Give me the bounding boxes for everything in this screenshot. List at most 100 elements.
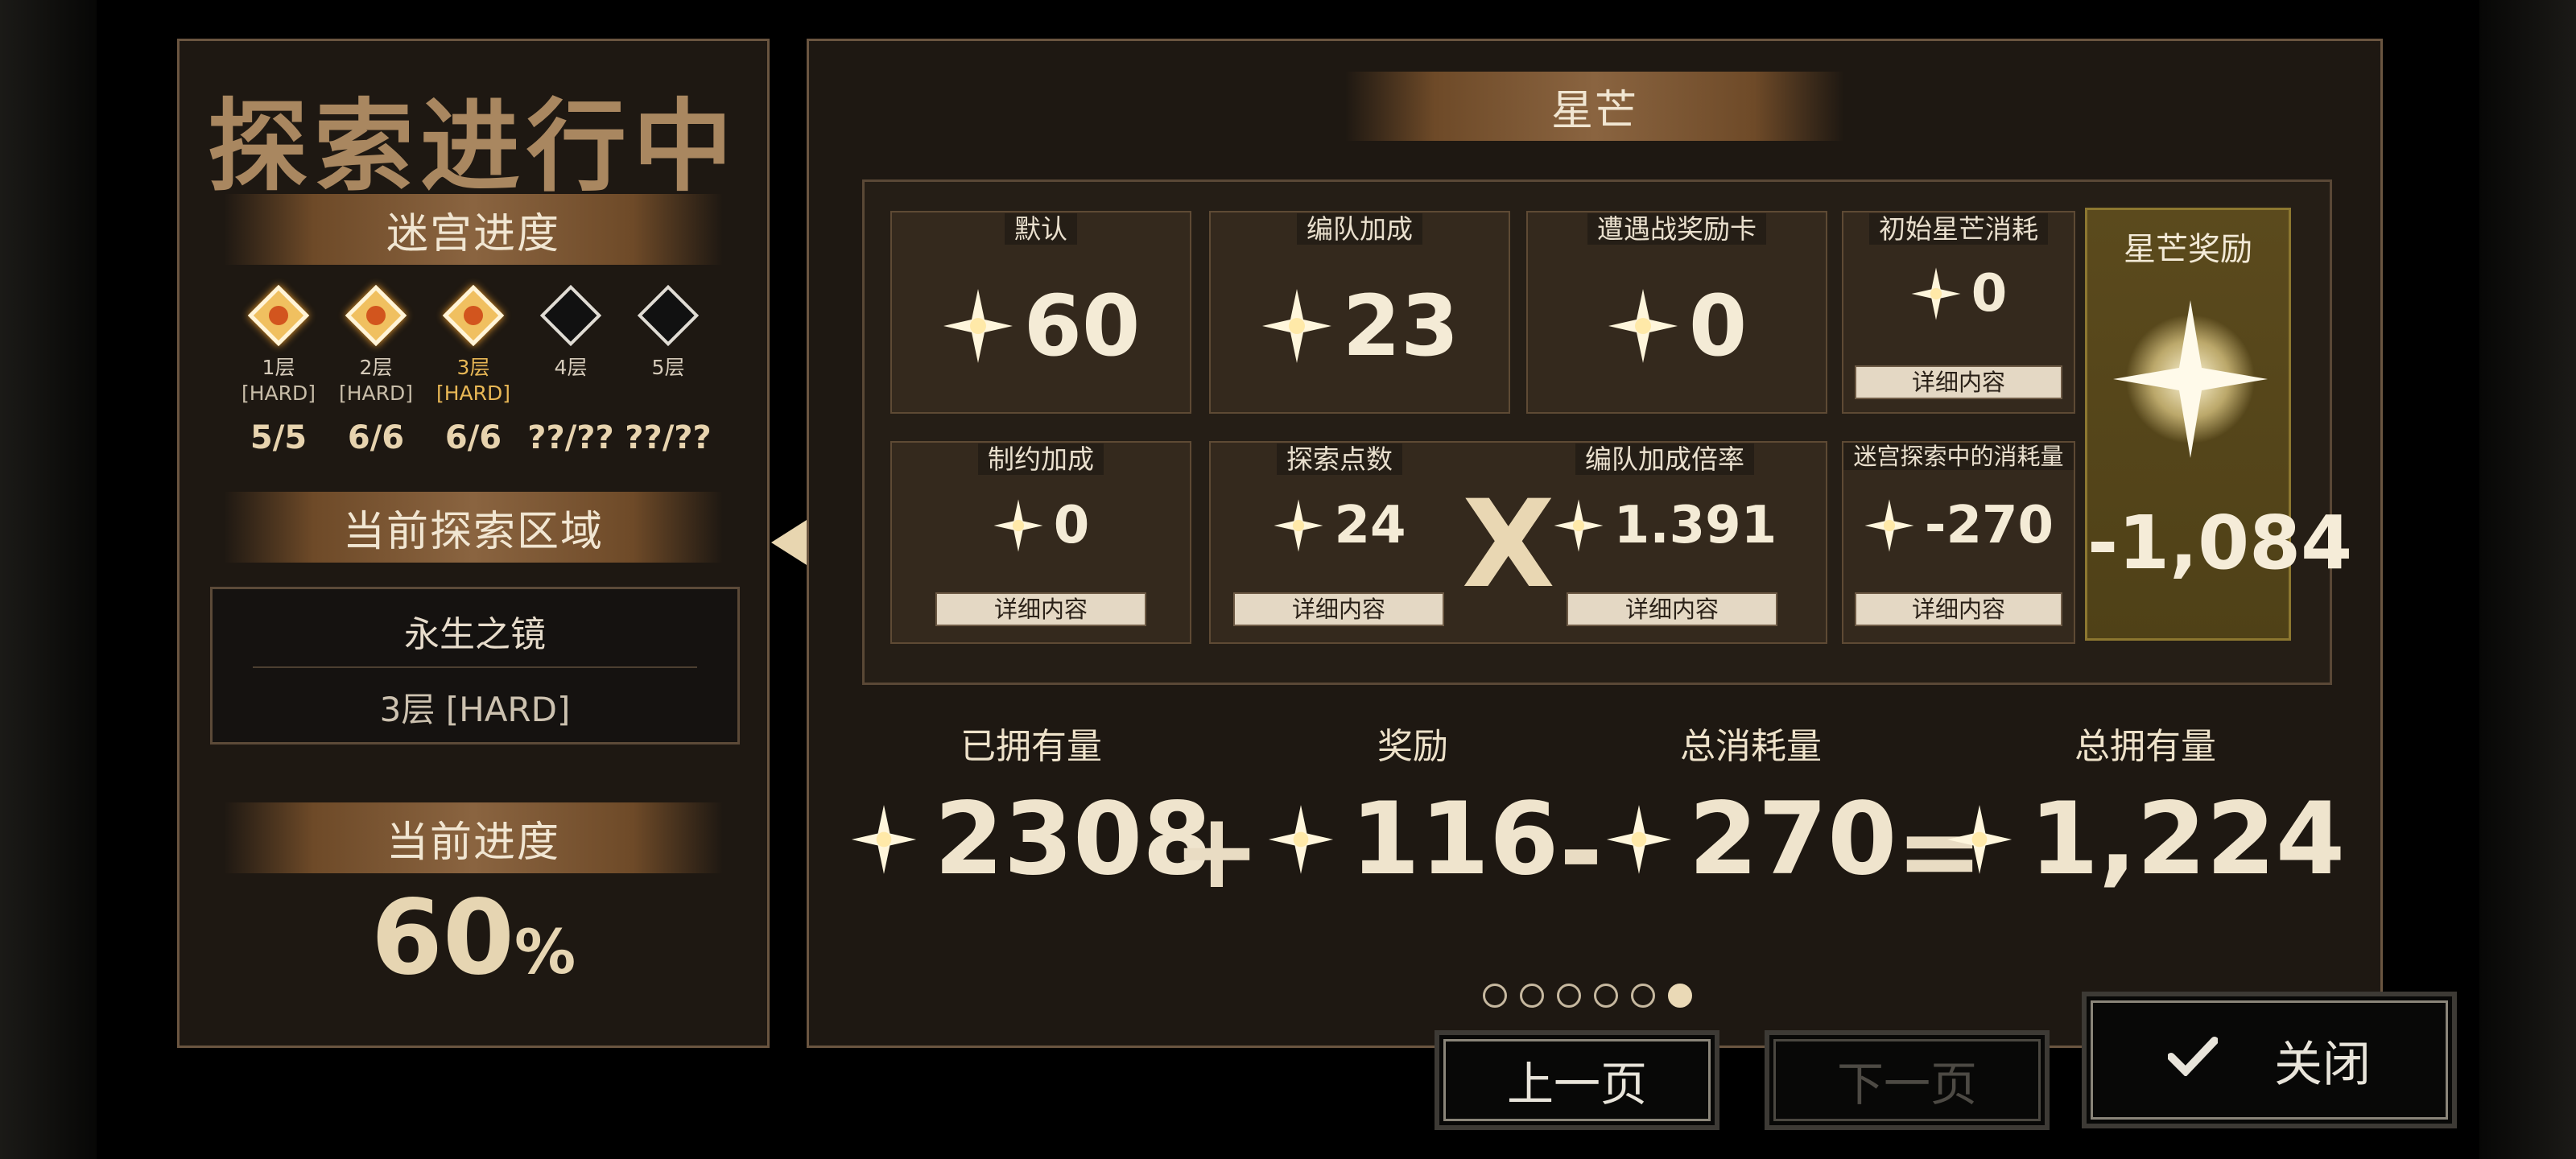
star-calculation-panel: 星芒 默认 60 编队加成 23 遭遇战奖励卡 0 初始星芒消耗 0 详细内容 …: [807, 39, 2383, 1048]
cell-label: 制约加成: [978, 443, 1104, 475]
total-cost: 总消耗量 270: [1606, 717, 1897, 897]
plus-symbol: +: [1173, 790, 1261, 912]
floor-current-icon: [442, 284, 505, 347]
detail-button[interactable]: 详细内容: [1567, 592, 1777, 626]
frame-right: [2479, 0, 2576, 1159]
cell-value: 0: [1688, 277, 1748, 375]
cell-value: 1.391: [1613, 496, 1777, 555]
page-dot-active[interactable]: [1668, 984, 1692, 1008]
floor-count: 6/6: [347, 419, 405, 456]
floor-cleared-icon: [247, 284, 310, 347]
total-reward: 奖励 116: [1268, 717, 1558, 897]
reward-value: -1,084: [2087, 500, 2353, 586]
total-label: 总消耗量: [1680, 726, 1822, 767]
star-icon: [1261, 287, 1333, 365]
total-label: 总拥有量: [2074, 726, 2216, 767]
floor-label: 3层: [456, 356, 490, 379]
total-value: 116: [1350, 782, 1559, 897]
star-icon: [1553, 498, 1604, 553]
total-label: 奖励: [1377, 726, 1448, 767]
star-icon: [1273, 498, 1324, 553]
page-dot[interactable]: [1557, 984, 1581, 1008]
area-name: 永生之镜: [404, 614, 546, 655]
floor-5[interactable]: 5层 ??/??: [624, 283, 712, 456]
detail-button[interactable]: 详细内容: [1855, 365, 2062, 399]
star-icon: [1946, 803, 2013, 876]
cell-encounter-card: 遭遇战奖励卡 0: [1526, 211, 1827, 414]
panel-title: 探索进行中: [207, 89, 739, 205]
cell-initial-cost: 初始星芒消耗 0 详细内容: [1842, 211, 2075, 414]
prev-page-button[interactable]: 上一页: [1435, 1030, 1719, 1130]
cell-default: 默认 60: [890, 211, 1191, 414]
floor-label: 1层: [262, 356, 295, 379]
frame-left: [0, 0, 97, 1159]
cell-value: -270: [1924, 496, 2054, 555]
total-value: 2308: [934, 782, 1212, 897]
star-icon: [1864, 498, 1915, 553]
star-icon: [1910, 266, 1962, 321]
floor-2[interactable]: 2层 [HARD] 6/6: [332, 283, 420, 456]
total-value: 1,224: [2029, 782, 2346, 897]
page-dot[interactable]: [1594, 984, 1618, 1008]
maze-progress-banner: 迷宫进度: [224, 194, 723, 265]
cell-label: 迷宫探索中的消耗量: [1843, 443, 2074, 470]
current-area-banner: 当前探索区域: [224, 492, 723, 563]
page-dot[interactable]: [1631, 984, 1655, 1008]
progress-value: 60%: [180, 878, 767, 998]
floor-locked-icon: [539, 284, 602, 347]
floor-count: ??/??: [625, 419, 712, 456]
floor-cleared-icon: [345, 284, 407, 347]
detail-button[interactable]: 详细内容: [1855, 592, 2062, 626]
floor-locked-icon: [637, 284, 700, 347]
floor-difficulty: [HARD]: [241, 382, 316, 405]
progress-unit: %: [514, 916, 576, 988]
total-owned-before: 已拥有量 2308: [852, 717, 1212, 897]
star-icon: [993, 498, 1044, 553]
floor-4[interactable]: 4层 ??/??: [526, 283, 615, 456]
cell-value: 0: [1971, 264, 2008, 324]
next-page-button[interactable]: 下一页: [1765, 1030, 2050, 1130]
close-label: 关闭: [2274, 1036, 2371, 1093]
star-icon: [850, 803, 918, 876]
floor-count: 6/6: [444, 419, 502, 456]
floor-list: 1层 [HARD] 5/5 2层 [HARD] 6/6 3层 [HARD] 6/…: [212, 283, 735, 456]
page-indicator: [1483, 984, 1692, 1008]
progress-number: 60: [370, 878, 514, 998]
cell-multiplier-group: 探索点数 编队加成倍率 24 X 1.391 详细内容 详细内容: [1209, 441, 1827, 644]
cell-value: 0: [1053, 496, 1090, 555]
detail-button[interactable]: 详细内容: [1233, 592, 1444, 626]
divider: [253, 666, 697, 668]
large-star-icon: [2110, 299, 2271, 463]
floor-difficulty: [HARD]: [338, 382, 414, 405]
cell-value: 60: [1023, 277, 1141, 375]
page-dot[interactable]: [1483, 984, 1507, 1008]
floor-3[interactable]: 3层 [HARD] 6/6: [429, 283, 518, 456]
current-area-box: 永生之镜 3层 [HARD]: [210, 587, 740, 744]
total-label: 已拥有量: [960, 726, 1102, 767]
cell-maze-cost: 迷宫探索中的消耗量 -270 详细内容: [1842, 441, 2075, 644]
close-button[interactable]: 关闭: [2082, 992, 2457, 1128]
total-value: 270: [1688, 782, 1897, 897]
total-owned-after: 总拥有量 1,224: [1946, 717, 2345, 897]
page-dot[interactable]: [1520, 984, 1544, 1008]
star-breakdown-grid: 默认 60 编队加成 23 遭遇战奖励卡 0 初始星芒消耗 0 详细内容 制约加…: [862, 179, 2353, 685]
reward-label: 星芒奖励: [2124, 231, 2252, 268]
detail-button[interactable]: 详细内容: [935, 592, 1146, 626]
cell-team-bonus: 编队加成 23: [1209, 211, 1510, 414]
star-icon: [942, 287, 1014, 365]
cell-label: 编队加成倍率: [1575, 443, 1754, 475]
exploration-status-panel: 探索进行中 迷宫进度 1层 [HARD] 5/5 2层 [HARD] 6/6 3…: [177, 39, 770, 1048]
cell-label: 初始星芒消耗: [1869, 213, 2048, 245]
floor-count: 5/5: [250, 419, 308, 456]
floor-label: 4层: [554, 356, 588, 379]
cell-restriction-bonus: 制约加成 0 详细内容: [890, 441, 1191, 644]
star-icon: [1605, 803, 1673, 876]
minus-symbol: -: [1559, 790, 1603, 912]
cell-label: 默认: [1005, 213, 1077, 245]
cell-value: 24: [1334, 496, 1406, 555]
star-icon: [1267, 803, 1335, 876]
star-banner: 星芒: [1345, 72, 1844, 141]
current-progress-banner: 当前进度: [224, 802, 723, 873]
cell-label: 探索点数: [1277, 443, 1402, 475]
floor-1[interactable]: 1层 [HARD] 5/5: [234, 283, 323, 456]
